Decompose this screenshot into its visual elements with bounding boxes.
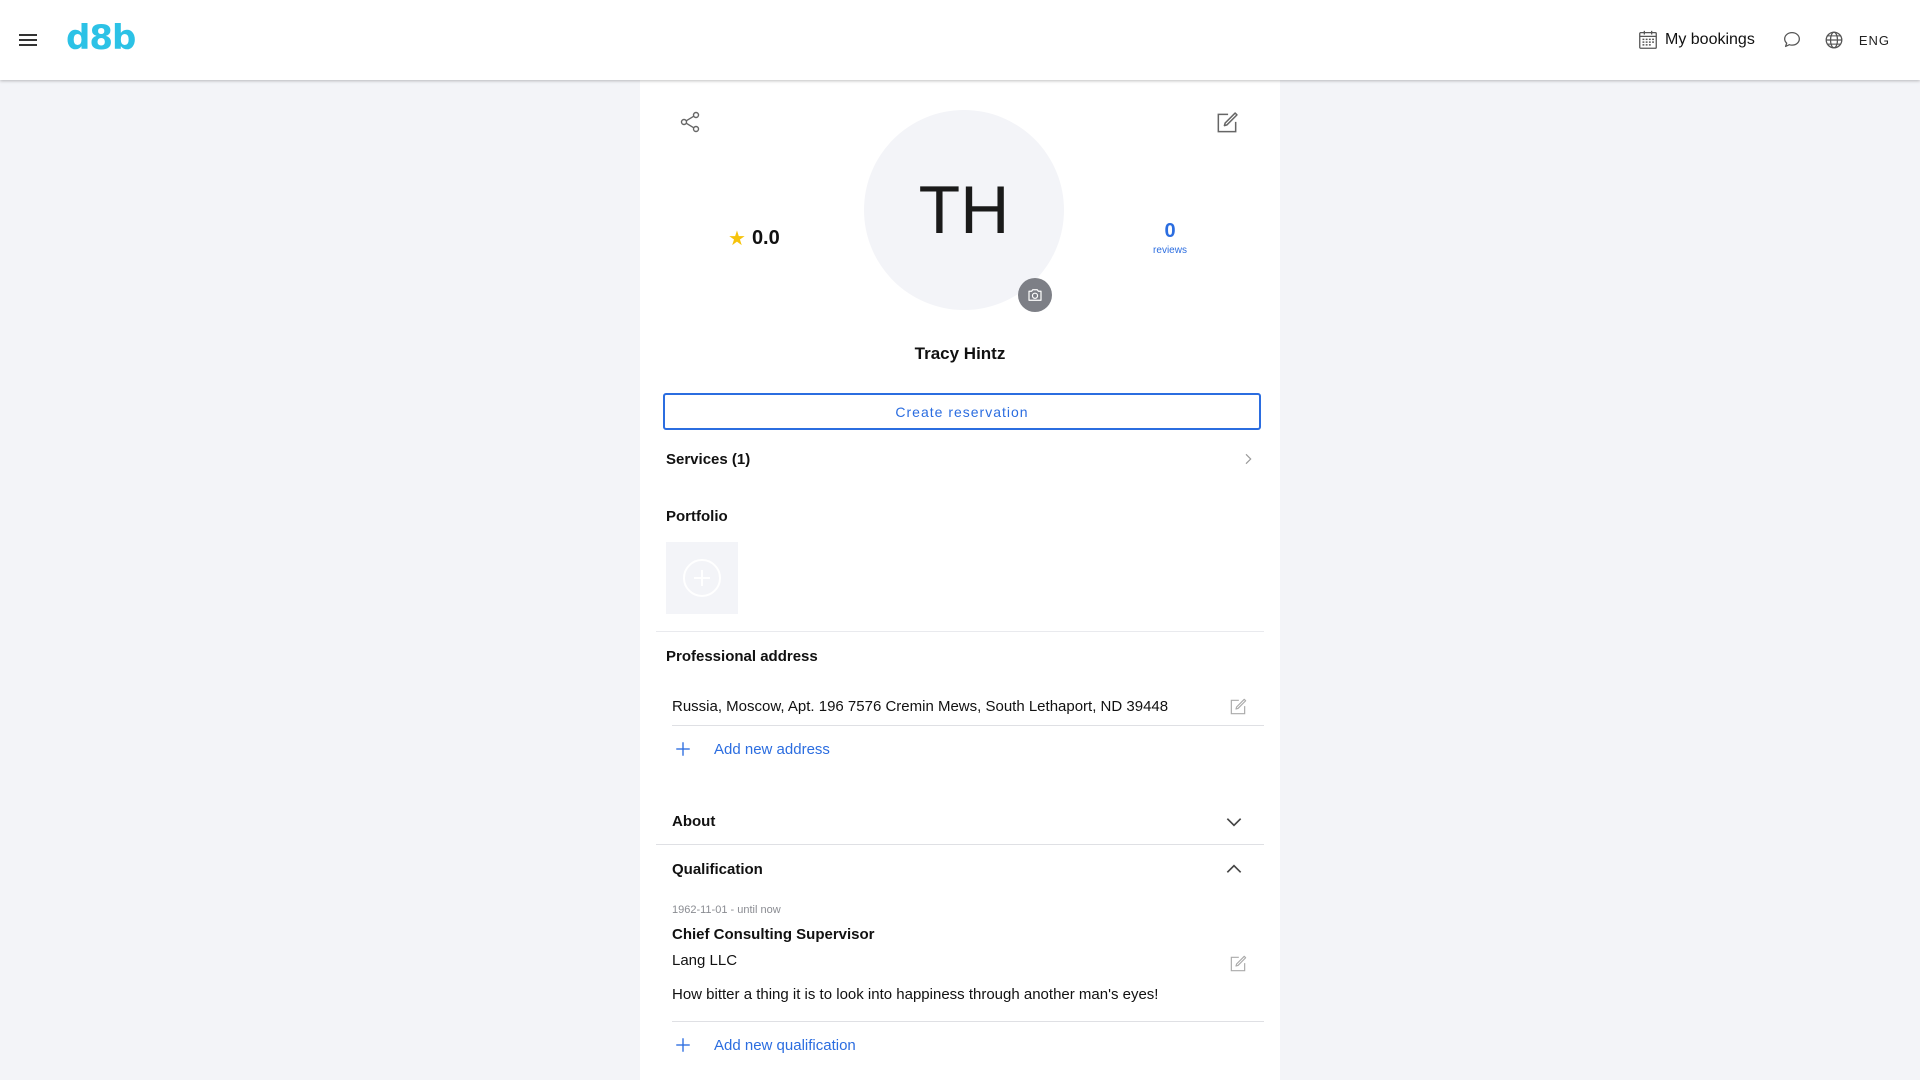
- calendar-icon: [1639, 30, 1657, 49]
- language-selector[interactable]: ENG: [1859, 33, 1890, 48]
- plus-icon: [676, 742, 690, 756]
- qualification-description: How bitter a thing it is to look into ha…: [672, 986, 1159, 1003]
- profile-card: ★ 0.0 TH 0 reviews Tracy Hintz Create re…: [640, 80, 1280, 1080]
- plus-circle-icon: [683, 559, 721, 597]
- chevron-down-icon: [1226, 817, 1242, 827]
- about-accordion[interactable]: About: [656, 799, 1264, 845]
- share-icon[interactable]: [678, 110, 702, 134]
- change-photo-button[interactable]: [1018, 278, 1052, 312]
- address-text: Russia, Moscow, Apt. 196 7576 Cremin Mew…: [672, 698, 1169, 715]
- qualification-accordion[interactable]: Qualification: [656, 846, 1264, 892]
- rating-value: 0.0: [751, 227, 780, 249]
- edit-address-icon[interactable]: [1228, 697, 1248, 717]
- section-divider: [656, 631, 1264, 632]
- add-portfolio-button[interactable]: [666, 542, 738, 614]
- qualification-divider: [672, 1021, 1264, 1022]
- add-address-label: Add new address: [714, 740, 830, 758]
- add-address-button[interactable]: Add new address: [674, 740, 830, 758]
- edit-profile-icon[interactable]: [1214, 110, 1240, 136]
- about-title: About: [672, 813, 716, 830]
- reviews-count: 0: [1164, 220, 1176, 242]
- rating: ★ 0.0: [728, 226, 780, 251]
- camera-icon: [1028, 289, 1042, 301]
- chat-icon[interactable]: [1781, 29, 1803, 51]
- address-title: Professional address: [666, 648, 818, 665]
- my-bookings-label: My bookings: [1665, 31, 1755, 48]
- qualification-position: Chief Consulting Supervisor: [672, 926, 875, 943]
- chevron-up-icon: [1226, 864, 1242, 873]
- top-header: d8b My bookings ENG: [0, 0, 1920, 80]
- services-label: Services (1): [666, 450, 751, 468]
- reviews-link[interactable]: 0 reviews: [1130, 220, 1210, 256]
- header-actions: My bookings ENG: [1637, 0, 1890, 80]
- plus-icon: [676, 1038, 690, 1052]
- create-reservation-button[interactable]: Create reservation: [663, 393, 1261, 430]
- qualification-company: Lang LLC: [672, 952, 738, 969]
- reviews-label: reviews: [1153, 245, 1187, 256]
- app-logo[interactable]: d8b: [66, 18, 136, 58]
- menu-icon[interactable]: [16, 28, 40, 52]
- chevron-right-icon: [1245, 453, 1252, 465]
- add-qualification-label: Add new qualification: [714, 1036, 856, 1054]
- address-item: Russia, Moscow, Apt. 196 7576 Cremin Mew…: [672, 688, 1264, 726]
- portfolio-title: Portfolio: [666, 508, 728, 525]
- add-qualification-button[interactable]: Add new qualification: [674, 1036, 856, 1054]
- my-bookings-link[interactable]: My bookings: [1637, 29, 1755, 51]
- star-icon: ★: [728, 228, 746, 250]
- edit-qualification-icon[interactable]: [1228, 954, 1248, 974]
- qualification-dates: 1962-11-01 - until now: [672, 904, 781, 916]
- qualification-title: Qualification: [672, 860, 763, 878]
- services-row[interactable]: Services (1): [666, 442, 1256, 476]
- profile-name: Tracy Hintz: [914, 344, 1006, 363]
- avatar-initials: TH: [918, 172, 1010, 248]
- globe-icon[interactable]: [1823, 29, 1845, 51]
